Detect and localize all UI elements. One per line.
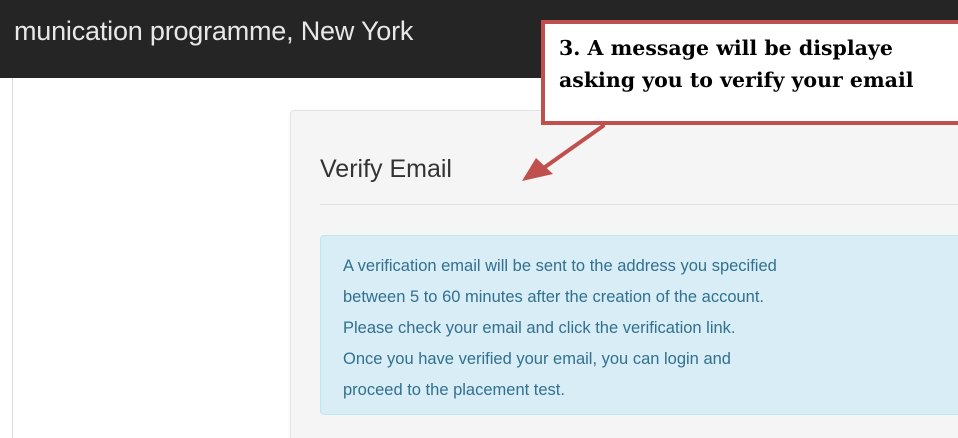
heading-divider [320,204,958,205]
left-divider [12,78,13,438]
alert-message-line: proceed to the placement test. [343,381,565,399]
alert-message-line: Once you have verified your email, you c… [343,350,731,368]
screenshot-stage: munication programme, New York Verify Em… [0,0,958,438]
alert-message-line: between 5 to 60 minutes after the creati… [343,288,765,306]
alert-message-line: A verification email will be sent to the… [343,257,777,275]
callout-text-line: 3. A message will be displaye [559,36,893,60]
site-title[interactable]: munication programme, New York [14,16,413,47]
verify-email-panel: Verify Email A verification email will b… [290,110,958,438]
alert-message-line: Please check your email and click the ve… [343,319,736,337]
panel-heading: Verify Email [320,155,452,183]
verification-info-alert: A verification email will be sent to the… [320,235,958,415]
annotation-callout: 3. A message will be displaye asking you… [541,20,958,125]
callout-text-line: asking you to verify your email [559,68,914,92]
